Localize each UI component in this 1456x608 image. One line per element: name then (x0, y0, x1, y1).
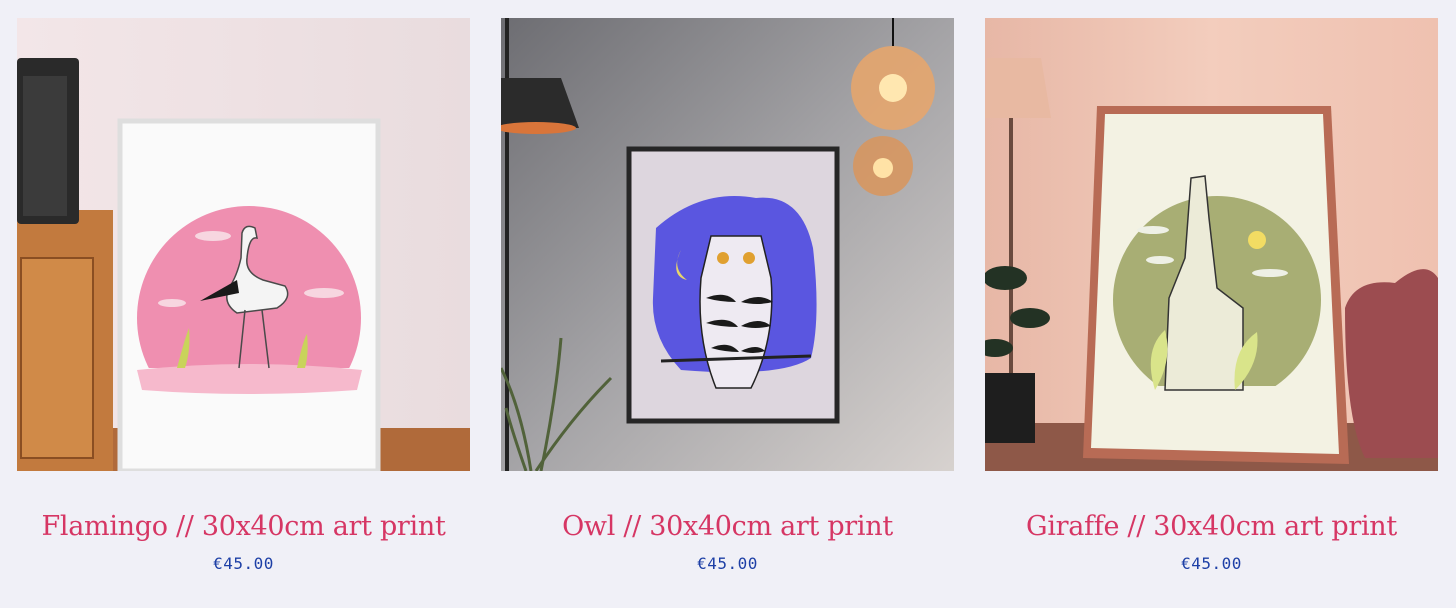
flamingo-print-image (17, 18, 470, 471)
product-title[interactable]: Giraffe // 30x40cm art print (985, 511, 1438, 542)
product-price: €45.00 (697, 554, 758, 573)
product-image-giraffe[interactable] (985, 18, 1438, 471)
product-title[interactable]: Owl // 30x40cm art print (501, 511, 954, 542)
product-image-owl[interactable] (501, 18, 954, 471)
product-card-giraffe[interactable]: Giraffe // 30x40cm art print €45.00 (985, 18, 1438, 573)
product-image-flamingo[interactable] (17, 18, 470, 471)
product-card-owl[interactable]: Owl // 30x40cm art print €45.00 (501, 18, 954, 573)
giraffe-print-image (985, 18, 1438, 471)
owl-print-image (501, 18, 954, 471)
product-title[interactable]: Flamingo // 30x40cm art print (17, 511, 470, 542)
product-price: €45.00 (1181, 554, 1242, 573)
product-price: €45.00 (213, 554, 274, 573)
product-card-flamingo[interactable]: Flamingo // 30x40cm art print €45.00 (17, 18, 470, 573)
